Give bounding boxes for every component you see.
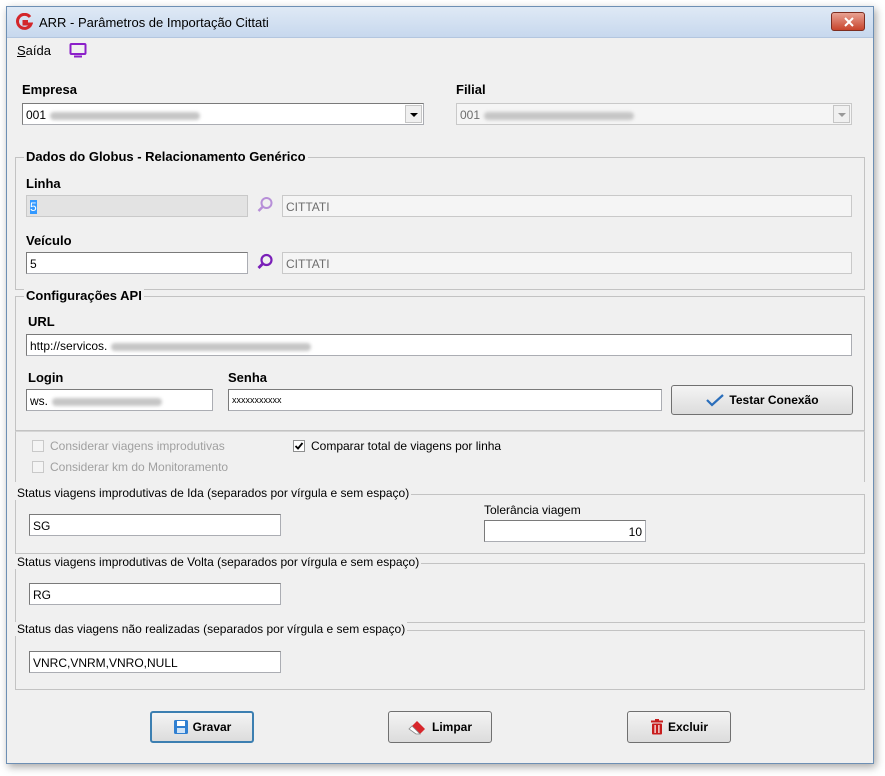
- empresa-code: 001: [26, 108, 47, 122]
- nao-realizadas-group-title: Status das viagens não realizadas (separ…: [15, 622, 408, 636]
- nao-realizadas-input[interactable]: VNRC,VNRM,VNRO,NULL: [29, 651, 281, 673]
- login-value: ws.: [30, 394, 48, 408]
- app-logo-icon: [16, 13, 33, 30]
- empresa-label: Empresa: [22, 82, 77, 97]
- linha-label: Linha: [26, 176, 61, 191]
- considerar-improdutivas-label: Considerar viagens improdutivas: [50, 439, 225, 453]
- trash-icon: [650, 719, 663, 735]
- ida-status-value: SG: [33, 519, 51, 533]
- veiculo-code-value: 5: [30, 257, 37, 271]
- menu-exit-accel: S: [17, 43, 26, 58]
- globus-group-title: Dados do Globus - Relacionamento Genéric…: [24, 149, 308, 164]
- senha-value: xxxxxxxxxxx: [232, 395, 282, 405]
- eraser-icon: [408, 721, 425, 735]
- clear-button[interactable]: Limpar: [388, 711, 492, 743]
- considerar-improdutivas-checkbox[interactable]: [32, 440, 44, 452]
- linha-code-value: 5: [30, 200, 37, 214]
- volta-status-value: RG: [33, 588, 51, 602]
- api-group-title: Configurações API: [24, 288, 144, 303]
- filial-select[interactable]: 001: [456, 103, 852, 125]
- ida-status-input[interactable]: SG: [29, 514, 281, 536]
- url-input[interactable]: http://servicos.: [26, 334, 852, 356]
- delete-button[interactable]: Excluir: [627, 711, 731, 743]
- url-redacted: [111, 342, 312, 351]
- check-icon: [706, 394, 725, 407]
- nao-realizadas-value: VNRC,VNRM,VNRO,NULL: [33, 656, 178, 670]
- clear-label: Limpar: [431, 720, 472, 734]
- menu-bar: Saída: [7, 38, 873, 60]
- filial-label: Filial: [456, 82, 486, 97]
- considerar-km-checkbox[interactable]: [32, 461, 44, 473]
- ida-group-title: Status viagens improdutivas de Ida (sepa…: [15, 486, 412, 500]
- menu-exit-rest: aída: [25, 43, 51, 58]
- veiculo-desc-input[interactable]: CITTATI: [282, 252, 852, 274]
- empresa-dropdown-button[interactable]: [405, 105, 422, 123]
- monitor-icon[interactable]: [69, 43, 87, 58]
- veiculo-code-input[interactable]: 5: [26, 252, 248, 274]
- senha-label: Senha: [228, 370, 268, 385]
- senha-input[interactable]: xxxxxxxxxxx: [228, 389, 662, 411]
- window-title: ARR - Parâmetros de Importação Cittati: [39, 15, 269, 30]
- tolerancia-value: 10: [628, 525, 642, 539]
- save-button[interactable]: Gravar: [150, 711, 254, 743]
- veiculo-label: Veículo: [26, 233, 72, 248]
- save-label: Gravar: [192, 720, 232, 734]
- url-label: URL: [28, 314, 55, 329]
- linha-code-input[interactable]: 5: [26, 195, 248, 217]
- checkmark-icon: [294, 442, 304, 450]
- menu-exit[interactable]: Saída: [17, 43, 51, 58]
- tolerancia-input[interactable]: 10: [484, 520, 646, 542]
- comparar-total-label: Comparar total de viagens por linha: [311, 439, 502, 453]
- login-label: Login: [28, 370, 64, 385]
- linha-desc-value: CITTATI: [286, 200, 330, 214]
- login-redacted: [52, 397, 162, 406]
- login-input[interactable]: ws.: [26, 389, 213, 411]
- volta-group-title: Status viagens improdutivas de Volta (se…: [15, 555, 422, 569]
- volta-status-input[interactable]: RG: [29, 583, 281, 605]
- comparar-total-checkbox[interactable]: [293, 440, 305, 452]
- close-button[interactable]: [831, 12, 865, 31]
- test-connection-label: Testar Conexão: [729, 393, 819, 407]
- url-value: http://servicos.: [30, 339, 108, 353]
- delete-label: Excluir: [667, 720, 709, 734]
- veiculo-desc-value: CITTATI: [286, 257, 330, 271]
- floppy-disk-icon: [173, 720, 188, 734]
- veiculo-search-icon[interactable]: [255, 252, 275, 272]
- linha-desc-input[interactable]: CITTATI: [282, 195, 852, 217]
- empresa-select[interactable]: 001: [22, 103, 424, 125]
- main-window: ARR - Parâmetros de Importação Cittati S…: [6, 6, 874, 764]
- filial-dropdown-button[interactable]: [833, 105, 850, 123]
- filial-name-redacted: [484, 111, 635, 120]
- linha-search-icon[interactable]: [255, 195, 275, 215]
- test-connection-button[interactable]: Testar Conexão: [671, 385, 853, 415]
- filial-code: 001: [460, 108, 481, 122]
- close-icon: [844, 17, 854, 27]
- empresa-name-redacted: [50, 111, 201, 120]
- considerar-km-label: Considerar km do Monitoramento: [50, 460, 229, 474]
- title-bar[interactable]: ARR - Parâmetros de Importação Cittati: [7, 7, 873, 38]
- tolerancia-label: Tolerância viagem: [484, 503, 581, 517]
